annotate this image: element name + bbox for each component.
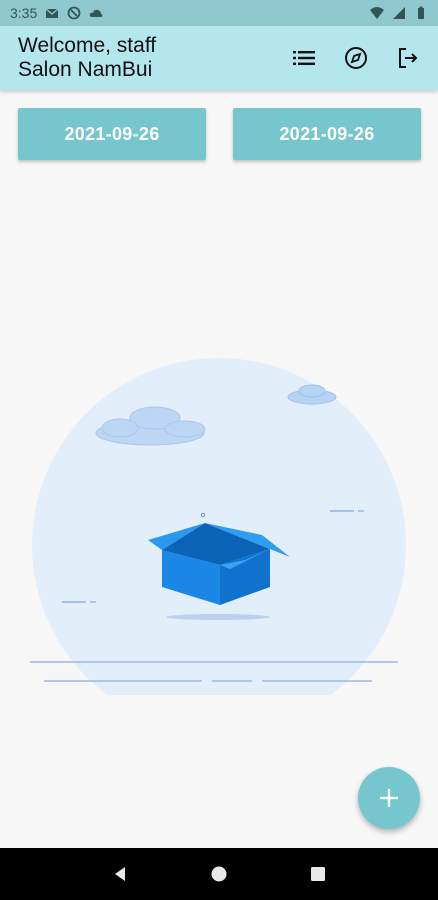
wifi-icon	[370, 6, 384, 20]
salon-name: Salon NamBui	[18, 58, 153, 81]
sync-icon	[67, 6, 81, 20]
status-time: 3:35	[10, 5, 38, 21]
home-icon[interactable]	[204, 859, 234, 889]
app-title: Welcome, staff Salon NamBui	[18, 34, 156, 82]
logout-icon[interactable]	[394, 44, 422, 72]
date-to-button[interactable]: 2021-09-26	[233, 108, 421, 160]
date-from-button[interactable]: 2021-09-26	[18, 108, 206, 160]
welcome-text: Welcome, staff	[18, 34, 157, 57]
signal-icon	[392, 6, 406, 20]
app-bar: Welcome, staff Salon NamBui	[0, 26, 438, 90]
add-button[interactable]	[358, 767, 420, 829]
gmail-icon	[45, 6, 59, 20]
status-bar: 3:35	[0, 0, 438, 26]
compass-icon[interactable]	[342, 44, 370, 72]
plus-icon	[380, 789, 398, 807]
cloud-icon	[89, 6, 103, 20]
system-nav-bar	[0, 848, 438, 900]
recents-icon[interactable]	[303, 859, 333, 889]
list-icon[interactable]	[290, 44, 318, 72]
back-icon[interactable]	[105, 859, 135, 889]
battery-icon	[414, 6, 428, 20]
empty-state-illustration	[0, 355, 438, 732]
